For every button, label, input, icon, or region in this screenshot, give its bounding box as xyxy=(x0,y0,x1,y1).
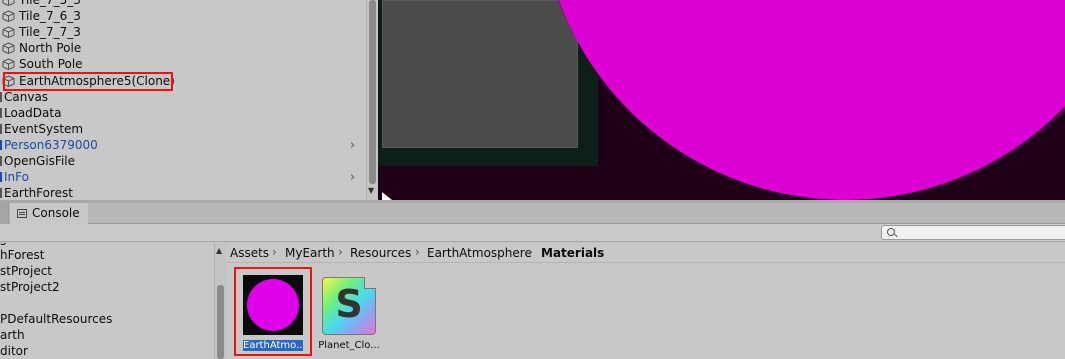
asset-shader[interactable]: S Planet_Clo... xyxy=(312,268,386,354)
breadcrumb-item[interactable]: MyEarth xyxy=(285,246,335,260)
chevron-right-icon: › xyxy=(528,245,533,259)
chevron-right-icon: › xyxy=(338,245,343,259)
hierarchy-item-prefab[interactable]: InFo › xyxy=(0,169,366,185)
hierarchy-item[interactable]: LoadData xyxy=(0,105,366,121)
hierarchy-item-label: Tile_7_5_3 xyxy=(19,0,81,7)
gameobject-cube-icon xyxy=(2,42,15,55)
asset-label: Planet_Clo... xyxy=(318,340,380,351)
gameobject-cube-icon xyxy=(2,10,15,23)
prefab-marker xyxy=(0,140,2,150)
gameobject-cube-icon xyxy=(2,0,15,7)
scene-view[interactable] xyxy=(378,0,1065,200)
hierarchy-item-label: EarthForest xyxy=(4,186,74,200)
hierarchy-item-prefab[interactable]: Person6379000 › xyxy=(0,137,366,153)
earth-atmosphere-sphere xyxy=(540,0,1065,200)
hierarchy-item-label: Person6379000 xyxy=(4,138,98,152)
project-folder-tree: s hForest stProject stProject2 PDefaultR… xyxy=(0,243,214,359)
gameobject-cube-icon xyxy=(2,58,15,71)
hierarchy-scrollbar[interactable]: ▼ xyxy=(366,0,378,200)
hierarchy-item[interactable]: OpenGisFile xyxy=(0,153,366,169)
breadcrumb-item[interactable]: EarthAtmosphere xyxy=(427,246,532,260)
root-object-marker xyxy=(0,156,2,166)
chevron-right-icon: › xyxy=(272,245,277,259)
folder-item[interactable]: stProject2 xyxy=(0,279,60,295)
project-toolbar xyxy=(0,224,1065,242)
scrollbar-thumb[interactable] xyxy=(217,285,224,359)
scrollbar-thumb[interactable] xyxy=(369,0,376,184)
root-object-marker xyxy=(0,108,2,118)
gameobject-cube-icon xyxy=(2,26,15,39)
hierarchy-item-label: EventSystem xyxy=(4,122,84,136)
bottom-tab-bar: Console xyxy=(0,203,1065,224)
scroll-up-arrow-icon[interactable]: ▲ xyxy=(216,246,222,255)
hierarchy-item[interactable]: Tile_7_6_3 xyxy=(0,8,366,24)
folder-item[interactable]: stProject xyxy=(0,263,52,279)
scroll-down-arrow-icon[interactable]: ▼ xyxy=(368,186,374,195)
folder-tree-scrollbar[interactable]: ▲ xyxy=(214,243,226,359)
scene-grey-overlay xyxy=(382,0,578,148)
shader-s-glyph: S xyxy=(335,282,363,326)
root-object-marker xyxy=(0,124,2,134)
folder-item-label: stProject xyxy=(0,264,53,278)
hierarchy-item[interactable]: Tile_7_7_3 xyxy=(0,24,366,40)
tab-project[interactable] xyxy=(0,203,9,224)
hierarchy-item[interactable]: Tile_7_5_3 xyxy=(0,0,366,8)
tab-console[interactable]: Console xyxy=(10,203,88,224)
hierarchy-item-label: Canvas xyxy=(4,90,49,104)
console-icon xyxy=(17,209,27,218)
folder-item[interactable]: arth xyxy=(0,327,25,343)
hierarchy-panel: Tile_7_5_3 Tile_7_6_3 Tile_7_7_3 North P… xyxy=(0,0,366,200)
hierarchy-item-label: South Pole xyxy=(19,57,83,71)
hierarchy-item-label: InFo xyxy=(4,170,29,184)
breadcrumb-item[interactable]: Assets xyxy=(230,246,269,260)
hierarchy-item[interactable]: Canvas xyxy=(0,89,366,105)
folder-item[interactable]: hForest xyxy=(0,247,44,263)
chevron-right-icon: › xyxy=(415,245,420,259)
material-preview xyxy=(243,275,303,335)
root-object-marker xyxy=(0,92,2,102)
hierarchy-item-label: North Pole xyxy=(19,41,82,55)
breadcrumb-item[interactable]: Resources xyxy=(350,246,411,260)
search-icon xyxy=(887,228,895,236)
chevron-right-icon[interactable]: › xyxy=(350,138,355,154)
chevron-right-icon[interactable]: › xyxy=(350,170,355,186)
search-input[interactable] xyxy=(881,225,1065,240)
folder-item-label: arth xyxy=(0,328,25,342)
prefab-marker xyxy=(0,172,2,182)
hierarchy-item[interactable]: EarthForest xyxy=(0,185,366,200)
folder-item[interactable]: ditor xyxy=(0,343,28,359)
hierarchy-item-label: Tile_7_7_3 xyxy=(19,25,81,39)
folder-item-label: hForest xyxy=(0,248,45,262)
breadcrumb-current[interactable]: Materials xyxy=(541,246,604,260)
folder-item-label: stProject2 xyxy=(0,280,60,294)
hierarchy-item[interactable]: North Pole xyxy=(0,40,366,56)
hierarchy-item-label: LoadData xyxy=(4,106,62,120)
hierarchy-item[interactable]: EventSystem xyxy=(0,121,366,137)
hierarchy-item[interactable]: South Pole xyxy=(0,56,366,72)
asset-material[interactable]: EarthAtmo... xyxy=(236,268,310,354)
tab-console-label: Console xyxy=(32,206,80,220)
folder-item-label: PDefaultResources xyxy=(0,312,113,326)
material-sphere-icon xyxy=(247,279,299,331)
folder-item-label: ditor xyxy=(0,344,28,358)
hierarchy-item-label: OpenGisFile xyxy=(4,154,76,168)
asset-label: EarthAtmo... xyxy=(243,340,303,351)
mouse-cursor-icon xyxy=(382,192,392,200)
root-object-marker xyxy=(0,188,2,198)
folder-item[interactable]: PDefaultResources xyxy=(0,311,112,327)
asset-grid: EarthAtmo... S Planet_Clo... xyxy=(226,263,1065,359)
breadcrumb: Assets › MyEarth › Resources › EarthAtmo… xyxy=(226,243,1065,263)
hierarchy-item-label: Tile_7_6_3 xyxy=(19,9,81,23)
